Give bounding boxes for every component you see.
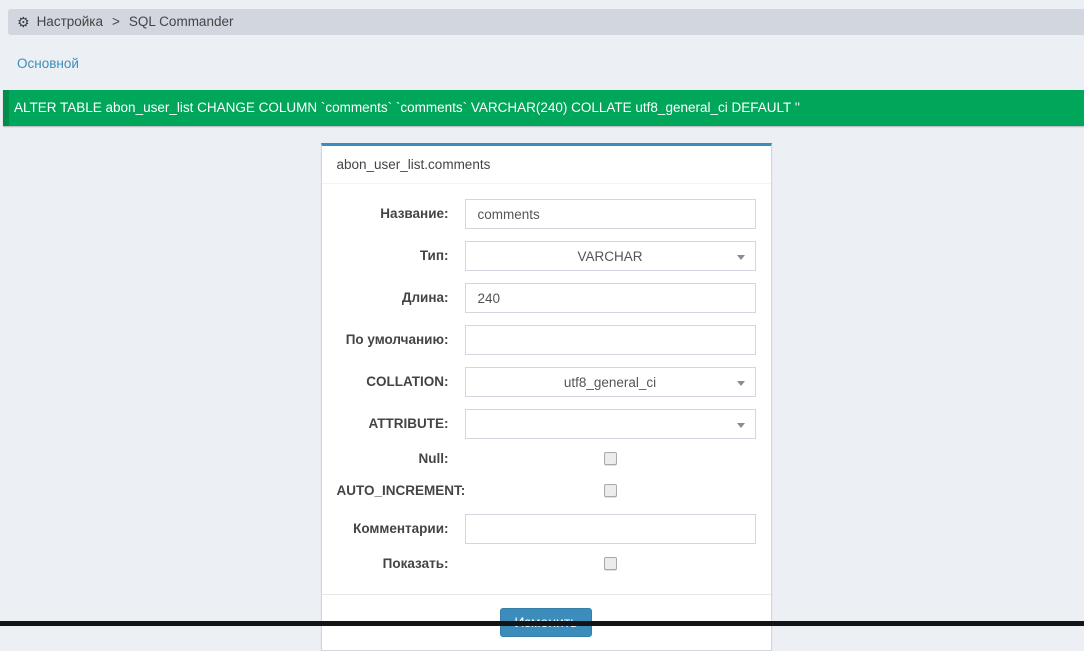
form-row-length: Длина: [337, 283, 756, 313]
length-label: Длина: [337, 290, 449, 306]
attribute-select[interactable] [465, 409, 756, 439]
type-label: Тип: [337, 248, 449, 264]
type-select[interactable]: VARCHAR [465, 241, 756, 271]
form-row-auto-increment: AUTO_INCREMENT: [337, 483, 756, 499]
form-row-attribute: ATTRIBUTE: [337, 409, 756, 439]
column-edit-panel: abon_user_list.comments Название: Тип: V… [321, 143, 772, 651]
name-input[interactable] [465, 199, 756, 229]
chevron-down-icon [737, 381, 745, 386]
form-row-name: Название: [337, 199, 756, 229]
form-row-show: Показать: [337, 556, 756, 572]
gear-icon: ⚙ [17, 15, 30, 29]
length-input[interactable] [465, 283, 756, 313]
show-label: Показать: [337, 556, 449, 572]
collation-select[interactable]: utf8_general_ci [465, 367, 756, 397]
panel-body: Название: Тип: VARCHAR Длина: [322, 184, 771, 594]
panel-title: abon_user_list.comments [322, 146, 771, 184]
chevron-down-icon [737, 255, 745, 260]
default-input[interactable] [465, 325, 756, 355]
form-row-default: По умолчанию: [337, 325, 756, 355]
sql-statement-banner: ALTER TABLE abon_user_list CHANGE COLUMN… [3, 90, 1084, 126]
breadcrumb: ⚙ Настройка > SQL Commander [8, 9, 1084, 35]
name-label: Название: [337, 206, 449, 222]
comments-input[interactable] [465, 514, 756, 544]
default-label: По умолчанию: [337, 332, 449, 348]
breadcrumb-section[interactable]: Настройка [37, 14, 103, 29]
tab-main[interactable]: Основной [17, 56, 79, 71]
collation-select-value: utf8_general_ci [564, 375, 656, 390]
bottom-edge-bar [0, 621, 1084, 626]
collation-label: COLLATION: [337, 374, 449, 390]
type-select-value: VARCHAR [577, 249, 642, 264]
page: ⚙ Настройка > SQL Commander Основной ALT… [0, 0, 1084, 651]
show-checkbox[interactable] [604, 557, 617, 570]
breadcrumb-page: SQL Commander [129, 14, 234, 29]
auto-increment-label: AUTO_INCREMENT: [337, 483, 449, 499]
comments-label: Комментарии: [337, 521, 449, 537]
null-checkbox[interactable] [604, 452, 617, 465]
chevron-down-icon [737, 423, 745, 428]
null-label: Null: [337, 451, 449, 467]
form-row-null: Null: [337, 451, 756, 467]
auto-increment-checkbox[interactable] [604, 484, 617, 497]
attribute-label: ATTRIBUTE: [337, 416, 449, 432]
breadcrumb-separator: > [112, 14, 120, 29]
sql-statement-text: ALTER TABLE abon_user_list CHANGE COLUMN… [14, 100, 800, 115]
form-row-type: Тип: VARCHAR [337, 241, 756, 271]
form-row-collation: COLLATION: utf8_general_ci [337, 367, 756, 397]
form-row-comments: Комментарии: [337, 514, 756, 544]
